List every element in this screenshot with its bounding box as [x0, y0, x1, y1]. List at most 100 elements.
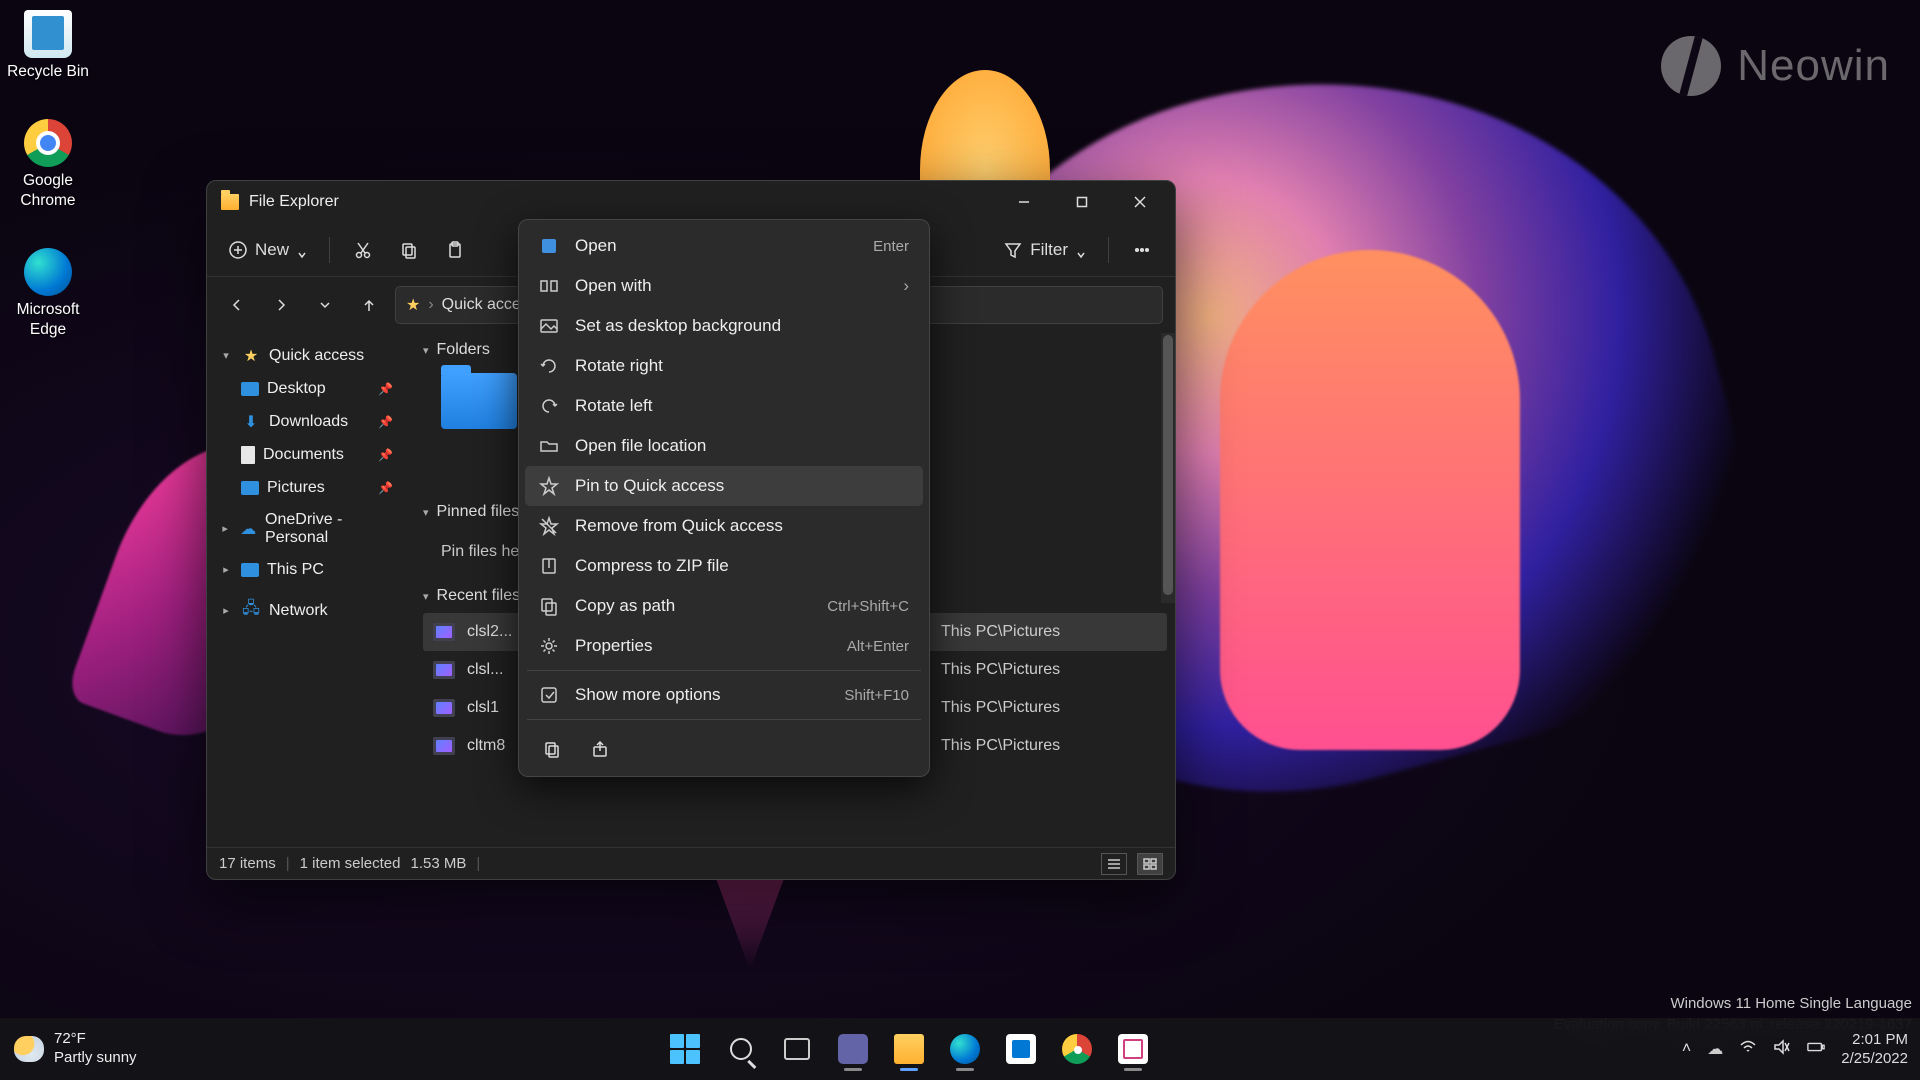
- chevron-right-icon: ›: [903, 276, 909, 296]
- pin-icon: 📌: [378, 448, 393, 462]
- chrome-taskbar-button[interactable]: [1052, 1024, 1102, 1074]
- ctx-copy-path[interactable]: Copy as path Ctrl+Shift+C: [525, 586, 923, 626]
- weather-condition: Partly sunny: [54, 1049, 137, 1068]
- onedrive-tray-icon[interactable]: ☁: [1707, 1039, 1723, 1059]
- task-view-button[interactable]: [772, 1024, 822, 1074]
- ctx-rotate-right[interactable]: Rotate right: [525, 346, 923, 386]
- chevron-down-icon: ▾: [423, 344, 429, 357]
- ctx-set-wallpaper[interactable]: Set as desktop background: [525, 306, 923, 346]
- taskbar: 72°F Partly sunny ˄ ☁ 2:01 PM 2/25/2022: [0, 1018, 1920, 1080]
- chevron-right-icon: ▸: [219, 522, 231, 535]
- taskbar-center: [137, 1024, 1682, 1074]
- rotate-left-icon: [539, 396, 559, 416]
- ctx-copy-button[interactable]: [531, 730, 573, 768]
- paste-button[interactable]: [434, 231, 476, 269]
- sidebar-item-downloads[interactable]: ⬇ Downloads 📌: [213, 405, 399, 438]
- chevron-down-icon: ▾: [219, 349, 233, 362]
- open-with-icon: [539, 276, 559, 296]
- filter-button[interactable]: Filter: [994, 231, 1096, 269]
- ctx-open-with[interactable]: Open with ›: [525, 266, 923, 306]
- copy-path-icon: [539, 596, 559, 616]
- recent-locations-button[interactable]: [307, 287, 343, 323]
- scrollbar[interactable]: [1161, 333, 1175, 603]
- ctx-remove-quick-access[interactable]: Remove from Quick access: [525, 506, 923, 546]
- file-icon: [433, 661, 455, 679]
- desktop-icon-label: Recycle Bin: [7, 62, 89, 81]
- desktop-icon-label: Microsoft Edge: [6, 300, 90, 339]
- folder-tile[interactable]: [441, 373, 517, 429]
- taskbar-right: ˄ ☁ 2:01 PM 2/25/2022: [1682, 1030, 1920, 1069]
- scrollbar-thumb[interactable]: [1163, 335, 1173, 595]
- chat-button[interactable]: [828, 1024, 878, 1074]
- rotate-right-icon: [539, 356, 559, 376]
- view-details-button[interactable]: [1101, 853, 1127, 875]
- volume-tray-icon[interactable]: [1773, 1039, 1791, 1060]
- wallpaper-icon: [539, 316, 559, 336]
- pin-icon: 📌: [378, 415, 393, 429]
- star-icon: ★: [406, 295, 420, 315]
- watermark-text: Neowin: [1737, 41, 1890, 91]
- downloads-icon: ⬇: [241, 412, 261, 432]
- forward-button[interactable]: [263, 287, 299, 323]
- sidebar-this-pc[interactable]: ▸ This PC: [213, 553, 399, 586]
- ctx-share-button[interactable]: [579, 730, 621, 768]
- ctx-properties[interactable]: Properties Alt+Enter: [525, 626, 923, 666]
- explorer-taskbar-button[interactable]: [884, 1024, 934, 1074]
- sidebar-network[interactable]: ▸ 🖧 Network: [213, 594, 399, 627]
- cloud-icon: ☁: [239, 519, 257, 539]
- pictures-icon: [241, 481, 259, 495]
- store-button[interactable]: [996, 1024, 1046, 1074]
- desktop-icon-recycle-bin[interactable]: Recycle Bin: [6, 10, 90, 81]
- taskbar-weather[interactable]: 72°F Partly sunny: [0, 1030, 137, 1068]
- chat-icon: [838, 1034, 868, 1064]
- explorer-app-icon: [221, 194, 239, 210]
- desktop-icons-area: Recycle Bin Google Chrome Microsoft Edge: [6, 10, 90, 339]
- copy-button[interactable]: [388, 231, 430, 269]
- search-button[interactable]: [716, 1024, 766, 1074]
- wifi-tray-icon[interactable]: [1739, 1039, 1757, 1060]
- neowin-icon: [1661, 36, 1721, 96]
- sidebar-onedrive[interactable]: ▸ ☁ OneDrive - Personal: [213, 512, 399, 545]
- minimize-button[interactable]: [995, 181, 1053, 223]
- start-button[interactable]: [660, 1024, 710, 1074]
- view-thumbnails-button[interactable]: [1137, 853, 1163, 875]
- file-icon: [433, 737, 455, 755]
- file-icon: [433, 623, 455, 641]
- up-button[interactable]: [351, 287, 387, 323]
- edge-taskbar-button[interactable]: [940, 1024, 990, 1074]
- weather-icon: [14, 1036, 44, 1062]
- watermark-logo: Neowin: [1661, 36, 1890, 96]
- chevron-right-icon: ▸: [219, 604, 233, 617]
- more-button[interactable]: [1121, 231, 1163, 269]
- pc-icon: [241, 563, 259, 577]
- ctx-open-location[interactable]: Open file location: [525, 426, 923, 466]
- maximize-button[interactable]: [1053, 181, 1111, 223]
- ctx-rotate-left[interactable]: Rotate left: [525, 386, 923, 426]
- close-button[interactable]: [1111, 181, 1169, 223]
- ctx-pin-quick-access[interactable]: Pin to Quick access: [525, 466, 923, 506]
- tray-chevron-up-icon[interactable]: ˄: [1682, 1040, 1691, 1058]
- desktop-icon-edge[interactable]: Microsoft Edge: [6, 248, 90, 339]
- ctx-open[interactable]: Open Enter: [525, 226, 923, 266]
- battery-tray-icon[interactable]: [1807, 1039, 1825, 1060]
- taskbar-clock[interactable]: 2:01 PM 2/25/2022: [1841, 1030, 1908, 1069]
- titlebar[interactable]: File Explorer: [207, 181, 1175, 223]
- sidebar-item-desktop[interactable]: Desktop 📌: [213, 372, 399, 405]
- ctx-show-more[interactable]: Show more options Shift+F10: [525, 675, 923, 715]
- folder-open-icon: [539, 436, 559, 456]
- snipping-taskbar-button[interactable]: [1108, 1024, 1158, 1074]
- copy-icon: [400, 241, 418, 259]
- paste-icon: [446, 241, 464, 259]
- sidebar-item-documents[interactable]: Documents 📌: [213, 438, 399, 471]
- statusbar: 17 items | 1 item selected 1.53 MB |: [207, 847, 1175, 879]
- back-button[interactable]: [219, 287, 255, 323]
- status-size: 1.53 MB: [411, 855, 467, 872]
- ctx-compress-zip[interactable]: Compress to ZIP file: [525, 546, 923, 586]
- sidebar-quick-access[interactable]: ▾ ★ Quick access: [213, 339, 399, 372]
- ellipsis-icon: [1133, 241, 1151, 259]
- sidebar-item-pictures[interactable]: Pictures 📌: [213, 471, 399, 504]
- new-button[interactable]: New: [219, 231, 317, 269]
- zip-icon: [539, 556, 559, 576]
- desktop-icon-chrome[interactable]: Google Chrome: [6, 119, 90, 210]
- cut-button[interactable]: [342, 231, 384, 269]
